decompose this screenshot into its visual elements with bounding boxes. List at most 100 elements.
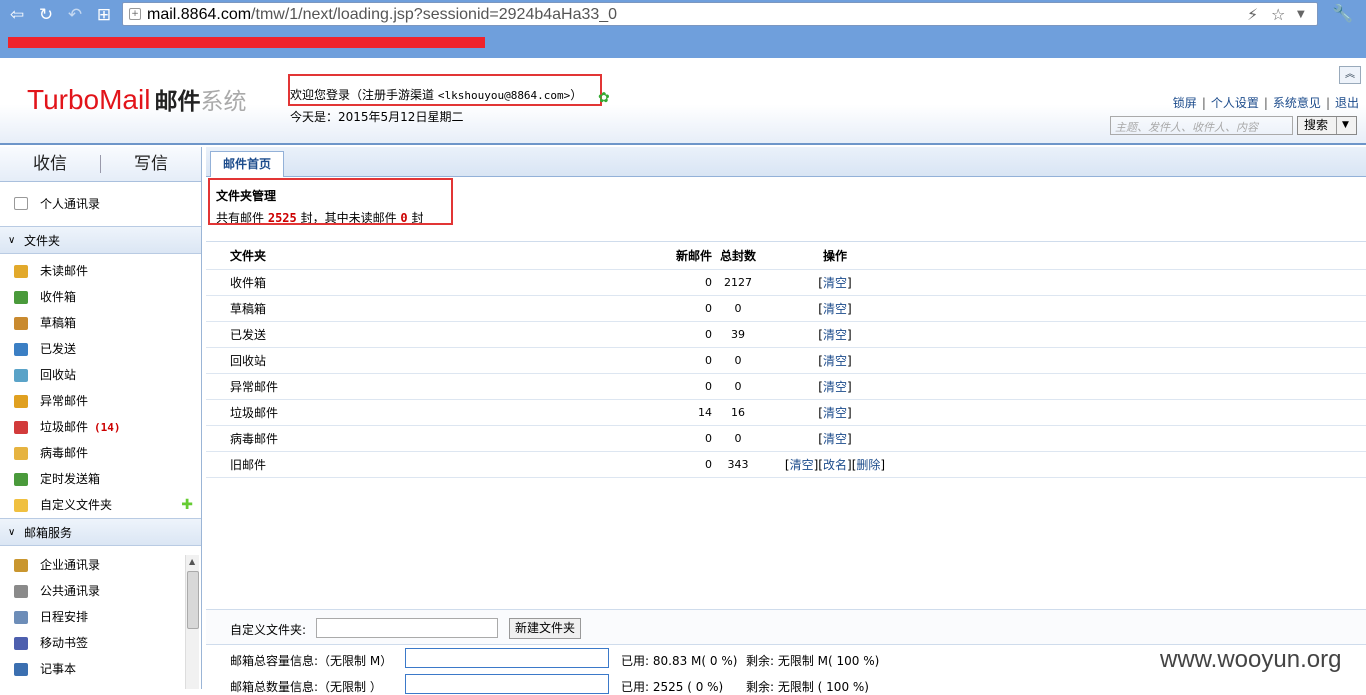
- total-count: 0: [734, 432, 742, 445]
- sidebar-item-folder[interactable]: 定时发送箱: [0, 466, 201, 492]
- receive-button[interactable]: 收信: [0, 147, 100, 181]
- address-bar[interactable]: + mail.8864.com/tmw/1/next/loading.jsp?s…: [122, 2, 1318, 26]
- folder-list: 未读邮件 收件箱 草稿箱 已发送 回收站 异常邮件 垃圾邮件 (14) 病毒邮件定时发送箱自定义…: [0, 254, 201, 518]
- folder-name[interactable]: 旧邮件: [230, 452, 266, 478]
- reload-icon[interactable]: ↻: [35, 5, 57, 25]
- highlight-box: [288, 74, 602, 106]
- sidebar-item-service[interactable]: 企业通讯录: [0, 552, 201, 578]
- delete-folder-link[interactable]: 删除: [856, 458, 880, 472]
- apps-icon[interactable]: ⊞: [93, 5, 115, 25]
- undo-icon[interactable]: ↶: [64, 5, 86, 25]
- dropdown-icon[interactable]: ▼: [1297, 9, 1305, 20]
- sidebar-item-folder[interactable]: 病毒邮件: [0, 440, 201, 466]
- sidebar-item-label: 移动书签: [40, 636, 89, 650]
- folder-name[interactable]: 垃圾邮件: [230, 400, 278, 426]
- lightning-icon[interactable]: ⚡: [1247, 5, 1258, 24]
- clear-folder-link[interactable]: 清空: [823, 432, 847, 446]
- clear-folder-link[interactable]: 清空: [823, 380, 847, 394]
- new-count: 0: [705, 380, 712, 393]
- leaf-icon: ✿: [598, 90, 610, 106]
- service-icon: [14, 637, 28, 650]
- clear-folder-link[interactable]: 清空: [790, 458, 814, 472]
- sidebar-item-label: 病毒邮件: [40, 446, 89, 460]
- table-row: 病毒邮件 0 0 [清空]: [206, 426, 1366, 452]
- page-info-icon[interactable]: +: [129, 8, 141, 20]
- search-button[interactable]: 搜索 ▼: [1297, 116, 1357, 135]
- sidebar-item-folder[interactable]: 回收站: [0, 362, 201, 388]
- chevron-down-icon: ∨: [8, 527, 16, 538]
- folder-name[interactable]: 异常邮件: [230, 374, 278, 400]
- sidebar-item-folder[interactable]: 异常邮件: [0, 388, 201, 414]
- rename-folder-link[interactable]: 改名: [823, 458, 847, 472]
- quota-count-used: 已用: 2525 ( 0 %): [621, 680, 724, 694]
- sidebar-item-folder[interactable]: 已发送: [0, 336, 201, 362]
- tab-mail-home[interactable]: 邮件首页: [210, 151, 284, 177]
- settings-link[interactable]: 个人设置: [1211, 96, 1259, 110]
- services-section-header[interactable]: ∨ 邮箱服务: [0, 518, 201, 546]
- scrollbar-thumb[interactable]: [187, 571, 199, 629]
- chevron-down-icon[interactable]: ▼: [1336, 117, 1354, 134]
- total-count: 343: [727, 458, 749, 471]
- service-icon: [14, 611, 28, 624]
- section-title: 邮箱服务: [24, 526, 73, 540]
- new-folder-input[interactable]: [316, 618, 498, 638]
- sidebar-item-service[interactable]: 记事本: [0, 656, 201, 682]
- back-icon[interactable]: ⇦: [6, 5, 28, 25]
- sidebar-item-folder[interactable]: 垃圾邮件 (14): [0, 414, 201, 440]
- quota-size-label: 邮箱总容量信息:（无限制 M）: [230, 654, 393, 668]
- highlight-box: [208, 178, 453, 225]
- sidebar-item-label: 定时发送箱: [40, 472, 101, 486]
- new-count: 0: [705, 276, 712, 289]
- row-actions: [清空]: [818, 328, 852, 342]
- main-content: 邮件首页 文件夹管理 共有邮件 2525 封，其中未读邮件 0 封 文件夹 新邮…: [206, 147, 1366, 694]
- search-input[interactable]: 主题、发件人、收件人、内容: [1110, 116, 1293, 135]
- clear-folder-link[interactable]: 清空: [823, 328, 847, 342]
- quota-size-bar: [405, 648, 609, 668]
- lock-screen-link[interactable]: 锁屏: [1173, 96, 1197, 110]
- browser-toolbar: ⇦ ↻ ↶ ⊞ + mail.8864.com/tmw/1/next/loadi…: [0, 0, 1366, 58]
- folder-name[interactable]: 已发送: [230, 322, 266, 348]
- folder-name[interactable]: 回收站: [230, 348, 266, 374]
- sidebar-item-service[interactable]: 日程安排: [0, 604, 201, 630]
- clear-folder-link[interactable]: 清空: [823, 276, 847, 290]
- custom-folder-label: 自定义文件夹:: [230, 623, 307, 637]
- quota-count-remaining: 剩余: 无限制 ( 100 %): [746, 680, 869, 694]
- header-new: 新邮件: [675, 249, 712, 263]
- sidebar-item-service[interactable]: 公共通讯录: [0, 578, 201, 604]
- folders-section-header[interactable]: ∨ 文件夹: [0, 226, 201, 254]
- unread-count-badge: (14): [94, 421, 121, 434]
- new-count: 0: [705, 432, 712, 445]
- sidebar-item-service[interactable]: 移动书签: [0, 630, 201, 656]
- sidebar-item-folder[interactable]: 收件箱: [0, 284, 201, 310]
- redaction-bar: [8, 37, 485, 48]
- sidebar-item-folder[interactable]: 自定义文件夹 ✚: [0, 492, 201, 518]
- chevron-down-icon: ∨: [8, 235, 16, 246]
- logout-link[interactable]: 退出: [1335, 96, 1359, 110]
- scroll-up-icon[interactable]: ▲: [189, 557, 195, 566]
- folder-name[interactable]: 草稿箱: [230, 296, 266, 322]
- folder-name[interactable]: 收件箱: [230, 270, 266, 296]
- service-icon: [14, 585, 28, 598]
- folder-name[interactable]: 病毒邮件: [230, 426, 278, 452]
- row-actions: [清空]: [818, 406, 852, 420]
- clear-folder-link[interactable]: 清空: [823, 354, 847, 368]
- feedback-link[interactable]: 系统意见: [1273, 96, 1321, 110]
- star-icon[interactable]: ☆: [1271, 5, 1285, 24]
- clear-folder-link[interactable]: 清空: [823, 302, 847, 316]
- sidebar-item-folder[interactable]: 草稿箱: [0, 310, 201, 336]
- sidebar-scrollbar[interactable]: ▲: [185, 555, 199, 689]
- sidebar-item-label: 日程安排: [40, 610, 89, 624]
- wrench-icon[interactable]: 🔧: [1332, 4, 1353, 24]
- new-folder-button[interactable]: 新建文件夹: [509, 618, 581, 639]
- add-folder-icon[interactable]: ✚: [181, 492, 193, 518]
- tab-bar: [206, 147, 1366, 177]
- compose-button[interactable]: 写信: [101, 147, 201, 181]
- clear-folder-link[interactable]: 清空: [823, 406, 847, 420]
- collapse-header-button[interactable]: ︽: [1339, 66, 1361, 84]
- today-date: 今天是：2015年5月12日星期二: [290, 110, 464, 124]
- sidebar-item-contacts[interactable]: 个人通讯录: [0, 182, 201, 226]
- total-count: 0: [734, 380, 742, 393]
- sidebar-item-folder[interactable]: 未读邮件: [0, 258, 201, 284]
- folder-icon: [14, 421, 28, 434]
- table-body: 收件箱 0 2127 [清空] 草稿箱 0 0 [清空] 已发送 0 39 [清空] 回收站 0 0 [清空]…: [206, 270, 1366, 478]
